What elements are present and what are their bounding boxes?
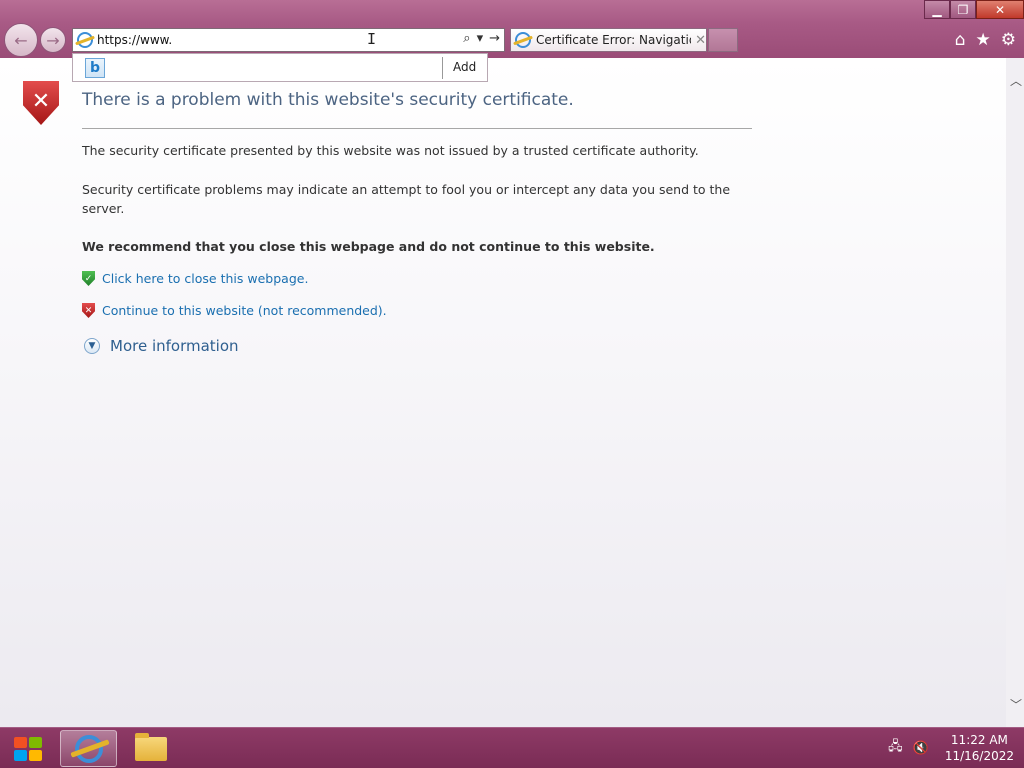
address-input[interactable] (97, 33, 437, 47)
new-tab-button[interactable] (708, 28, 738, 52)
bing-icon[interactable]: b (85, 57, 105, 78)
add-search-provider-button[interactable]: Add (453, 60, 476, 74)
browser-chrome: ▁ ❐ ✕ ← → I ⌕ ▾ → Certificate Error: Nav… (0, 0, 1024, 58)
start-button[interactable] (8, 733, 48, 765)
vertical-scrollbar[interactable]: ︿ ﹀ (1006, 58, 1024, 727)
error-shield-icon: ✕ (23, 81, 59, 125)
forward-arrow-icon: → (46, 30, 60, 50)
maximize-button[interactable]: ❐ (950, 0, 976, 19)
folder-icon (135, 732, 167, 761)
minimize-button[interactable]: ▁ (924, 0, 950, 19)
network-icon[interactable]: 🖧 (888, 737, 903, 759)
tab-certificate-error[interactable]: Certificate Error: Navigation... ✕ (510, 28, 707, 52)
taskbar-file-explorer[interactable] (128, 730, 174, 767)
clock-date: 11/16/2022 (944, 749, 1014, 763)
ie-page-icon (77, 32, 93, 48)
certificate-message: The security certificate presented by th… (82, 143, 699, 158)
chevron-down-icon: ▼ (84, 338, 100, 354)
more-information-toggle[interactable]: ▼ More information (84, 337, 239, 355)
text-cursor-icon: I (367, 30, 377, 48)
recommendation-text: We recommend that you close this webpage… (82, 239, 655, 254)
search-icon[interactable]: ⌕ (463, 31, 470, 46)
gear-icon[interactable]: ⚙ (1001, 30, 1016, 50)
address-actions: ⌕ ▾ → (463, 31, 500, 46)
volume-muted-icon[interactable]: 🔇 (913, 741, 929, 756)
heading-divider (82, 128, 752, 129)
more-information-label: More information (110, 337, 239, 355)
scroll-up-icon[interactable]: ︿ (1010, 72, 1022, 89)
back-button[interactable]: ← (4, 23, 38, 57)
close-webpage-link[interactable]: Click here to close this webpage. (102, 271, 308, 286)
address-suggestion-dropdown: b Add (72, 53, 488, 82)
address-bar[interactable]: I ⌕ ▾ → (72, 28, 505, 52)
page-content: ✕ There is a problem with this website's… (0, 58, 1024, 727)
command-icons: ⌂ ★ ⚙ (955, 30, 1016, 50)
dropdown-chevron-icon[interactable]: ▾ (477, 31, 484, 46)
window-controls: ▁ ❐ ✕ (924, 0, 1024, 19)
system-tray: 🖧 🔇 11:22 AM 11/16/2022 (888, 732, 1014, 764)
scroll-down-icon[interactable]: ﹀ (1010, 696, 1022, 713)
star-icon[interactable]: ★ (976, 30, 991, 50)
close-tab-icon[interactable]: ✕ (695, 33, 706, 48)
tab-title: Certificate Error: Navigation... (536, 33, 691, 47)
red-shield-icon: ✕ (82, 303, 95, 318)
security-warning-message: Security certificate problems may indica… (82, 182, 731, 216)
back-arrow-icon: ← (14, 30, 28, 50)
clock-time: 11:22 AM (950, 733, 1008, 747)
continue-website-link[interactable]: Continue to this website (not recommende… (102, 303, 387, 318)
taskbar: 🖧 🔇 11:22 AM 11/16/2022 (0, 727, 1024, 768)
go-arrow-icon[interactable]: → (489, 31, 500, 46)
dropdown-divider (442, 57, 443, 79)
clock[interactable]: 11:22 AM 11/16/2022 (945, 732, 1014, 764)
close-webpage-row: ✓ Click here to close this webpage. (82, 271, 308, 286)
ie-tab-icon (515, 32, 531, 48)
home-icon[interactable]: ⌂ (955, 30, 966, 50)
internet-explorer-icon (74, 734, 103, 763)
continue-website-row: ✕ Continue to this website (not recommen… (82, 303, 387, 318)
close-window-button[interactable]: ✕ (976, 0, 1024, 19)
taskbar-internet-explorer[interactable] (60, 730, 117, 767)
green-shield-icon: ✓ (82, 271, 95, 286)
page-heading: There is a problem with this website's s… (82, 90, 574, 110)
forward-button[interactable]: → (40, 27, 66, 53)
